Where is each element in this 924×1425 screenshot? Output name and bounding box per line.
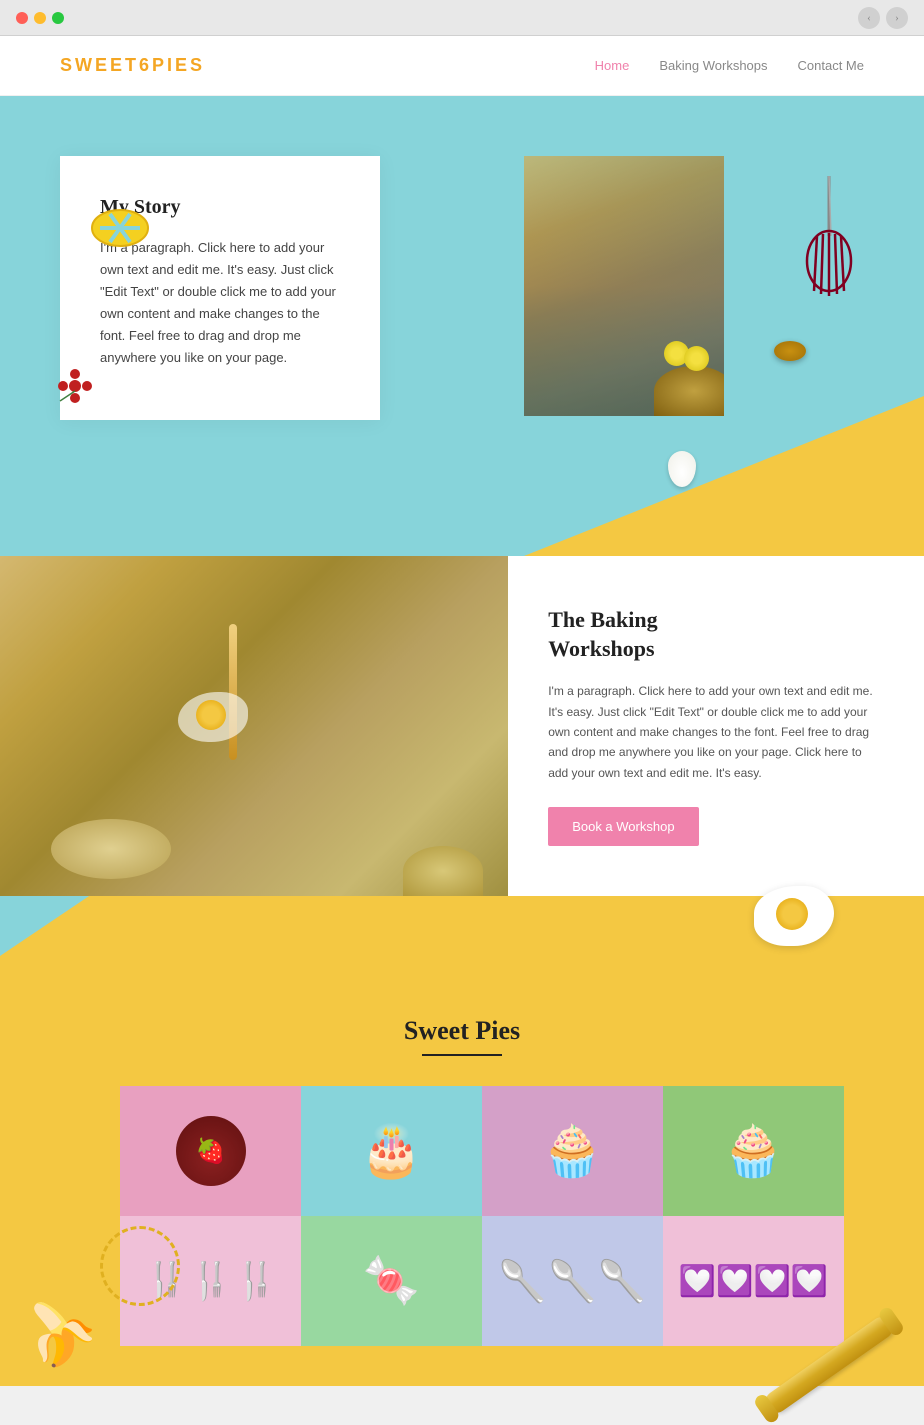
flower-decoration bbox=[55, 366, 95, 411]
yolk-area bbox=[178, 692, 248, 742]
food-cupcake-cream: 🧁 bbox=[663, 1086, 844, 1216]
nav-link-workshops[interactable]: Baking Workshops bbox=[659, 58, 767, 73]
candy-decoration bbox=[90, 206, 150, 251]
browser-dots bbox=[16, 12, 64, 24]
gallery-item-8: 💟💟💟💟 bbox=[663, 1216, 844, 1346]
story-body: I'm a paragraph. Click here to add your … bbox=[100, 237, 340, 370]
nav-link-contact[interactable]: Contact Me bbox=[798, 58, 864, 73]
workshops-image bbox=[0, 556, 508, 896]
logo-symbol: 6 bbox=[139, 55, 152, 75]
workshops-section: The BakingWorkshops I'm a paragraph. Cli… bbox=[0, 556, 924, 956]
whisk-decoration bbox=[799, 176, 869, 306]
sweet-pies-title: Sweet Pies bbox=[60, 1016, 864, 1056]
browser-dot-minimize[interactable] bbox=[34, 12, 46, 24]
logo-text: SWEET bbox=[60, 55, 139, 75]
browser-navigation: ‹ › bbox=[858, 7, 908, 29]
egg-yolk-shape bbox=[776, 898, 808, 930]
workshops-content: The BakingWorkshops I'm a paragraph. Cli… bbox=[508, 556, 924, 896]
browser-dot-close[interactable] bbox=[16, 12, 28, 24]
food-spatulas: 🥄🥄🥄 bbox=[482, 1216, 663, 1346]
dotted-circle-decoration bbox=[100, 1226, 180, 1306]
yolk-yellow bbox=[196, 700, 226, 730]
nav-links: Home Baking Workshops Contact Me bbox=[595, 58, 864, 73]
food-strawberry: 🍓 bbox=[120, 1086, 301, 1216]
browser-forward-button[interactable]: › bbox=[886, 7, 908, 29]
hero-photo bbox=[524, 156, 724, 416]
hero-section: My Story I'm a paragraph. Click here to … bbox=[0, 96, 924, 556]
egg-white-shape bbox=[754, 886, 834, 946]
logo[interactable]: SWEET6PIES bbox=[60, 55, 205, 76]
gallery-item-7: 🥄🥄🥄 bbox=[482, 1216, 663, 1346]
food-candy-hearts: 💟💟💟💟 bbox=[663, 1216, 844, 1346]
workshops-body: I'm a paragraph. Click here to add your … bbox=[548, 681, 884, 783]
fried-egg-decoration bbox=[754, 886, 834, 946]
gallery-item-1: 🍓 bbox=[120, 1086, 301, 1216]
browser-dot-fullscreen[interactable] bbox=[52, 12, 64, 24]
gallery-item-3: 🧁 bbox=[482, 1086, 663, 1216]
logo-suffix: PIES bbox=[152, 55, 205, 75]
banana-decoration: 🍌 bbox=[7, 1281, 107, 1380]
gallery-item-6: 🍬 bbox=[301, 1216, 482, 1346]
gallery-item-4: 🧁 bbox=[663, 1086, 844, 1216]
navigation: SWEET6PIES Home Baking Workshops Contact… bbox=[0, 36, 924, 96]
sweet-pies-section: 🍌 Sweet Pies 🍓 🎂 🧁 bbox=[0, 956, 924, 1386]
browser-back-button[interactable]: ‹ bbox=[858, 7, 880, 29]
nav-link-home[interactable]: Home bbox=[595, 58, 630, 73]
book-workshop-button[interactable]: Book a Workshop bbox=[548, 807, 698, 846]
flour-background bbox=[0, 556, 508, 896]
gallery-item-2: 🎂 bbox=[301, 1086, 482, 1216]
workshops-title: The BakingWorkshops bbox=[548, 606, 884, 663]
food-cupcake-swirl: 🧁 bbox=[482, 1086, 663, 1216]
gallery-grid: 🍓 🎂 🧁 🧁 🍴🍴🍴 bbox=[120, 1086, 844, 1346]
workshops-layout: The BakingWorkshops I'm a paragraph. Cli… bbox=[0, 556, 924, 896]
egg-decoration bbox=[668, 451, 696, 487]
browser-chrome: ‹ › bbox=[0, 0, 924, 36]
website: SWEET6PIES Home Baking Workshops Contact… bbox=[0, 36, 924, 1386]
food-cake: 🎂 bbox=[301, 1086, 482, 1216]
food-candy-bowl: 🍬 bbox=[301, 1216, 482, 1346]
rolling-pin-decoration bbox=[754, 1354, 904, 1376]
story-card: My Story I'm a paragraph. Click here to … bbox=[60, 156, 380, 420]
honey-bowl-decoration bbox=[774, 341, 806, 361]
